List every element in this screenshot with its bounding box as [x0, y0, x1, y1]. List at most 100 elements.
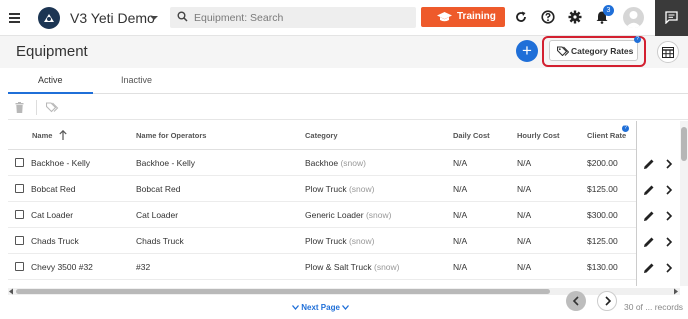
avatar[interactable]	[623, 7, 644, 28]
search-input[interactable]	[194, 9, 404, 26]
help-icon[interactable]	[541, 10, 555, 24]
tags-icon	[557, 46, 569, 56]
category-rates-label: Category Rates	[571, 46, 634, 56]
table-row[interactable]: Chevy 3500 #32 #32 Plow & Salt Truck (sn…	[8, 254, 636, 280]
cell-operator-name: Chads Truck	[136, 236, 184, 246]
cell-client-rate: $200.00	[587, 158, 618, 168]
chevron-right-icon[interactable]	[663, 184, 675, 196]
cell-client-rate: $300.00	[587, 210, 618, 220]
horizontal-scroll-thumb[interactable]	[16, 289, 550, 294]
column-header-name[interactable]: Name	[32, 131, 52, 140]
columns-button[interactable]	[657, 41, 679, 63]
row-checkbox[interactable]	[15, 236, 24, 245]
cell-category-tag: (snow)	[365, 210, 392, 220]
cell-hourly-cost: N/A	[517, 158, 532, 168]
chevron-left-icon	[572, 296, 579, 306]
tab-bar: Active Inactive	[8, 68, 688, 94]
cell-client-rate: $125.00	[587, 184, 618, 194]
app-logo[interactable]	[38, 7, 60, 29]
cell-daily-cost: N/A	[453, 184, 468, 194]
chevron-right-icon[interactable]	[663, 158, 675, 170]
training-button[interactable]: Training	[421, 7, 505, 27]
columns-icon	[662, 47, 674, 58]
row-checkbox[interactable]	[15, 210, 24, 219]
chevron-right-icon[interactable]	[663, 262, 675, 274]
pencil-icon[interactable]	[643, 236, 655, 248]
next-page-button[interactable]	[597, 291, 617, 311]
cell-category: Plow & Salt Truck	[305, 262, 372, 272]
client-rate-info-icon[interactable]: ?	[622, 125, 629, 132]
cell-name: Bobcat Red	[31, 184, 76, 194]
column-header-operator-name[interactable]: Name for Operators	[136, 131, 206, 140]
search-box[interactable]	[170, 7, 416, 28]
chevron-right-icon[interactable]	[663, 236, 675, 248]
cell-operator-name: #32	[136, 262, 151, 272]
cell-category: Generic Loader	[305, 210, 364, 220]
column-header-hourly-cost[interactable]: Hourly Cost	[517, 131, 560, 140]
cell-daily-cost: N/A	[453, 158, 468, 168]
cell-name: Chads Truck	[31, 236, 79, 246]
cell-category: Backhoe	[305, 158, 339, 168]
table-row[interactable]: Bobcat Red Bobcat Red Plow Truck (snow) …	[8, 176, 636, 202]
cell-name: Chevy 3500 #32	[31, 262, 93, 272]
cell-hourly-cost: N/A	[517, 210, 532, 220]
cell-category: Plow Truck	[305, 184, 347, 194]
table-row[interactable]: Chads Truck Chads Truck Plow Truck (snow…	[8, 228, 636, 254]
cell-daily-cost: N/A	[453, 210, 468, 220]
previous-page-button[interactable]	[566, 291, 586, 311]
gear-icon[interactable]	[568, 10, 582, 24]
row-checkbox[interactable]	[15, 184, 24, 193]
scroll-right-icon[interactable]	[673, 288, 679, 295]
table-row[interactable]: Cat Loader Cat Loader Generic Loader (sn…	[8, 202, 636, 228]
bulk-toolbar	[8, 95, 688, 120]
tab-inactive[interactable]: Inactive	[121, 75, 152, 85]
active-tab-indicator	[8, 92, 93, 94]
chat-button[interactable]	[655, 0, 688, 36]
cell-name: Backhoe - Kelly	[31, 158, 91, 168]
scroll-left-icon[interactable]	[8, 288, 14, 295]
chevron-down-icon	[342, 305, 350, 310]
menu-icon[interactable]	[9, 13, 20, 23]
pencil-icon[interactable]	[643, 158, 655, 170]
cell-category-tag: (snow)	[348, 236, 375, 246]
tags-icon[interactable]	[46, 102, 59, 113]
next-page-label: Next Page	[301, 303, 340, 312]
next-page-link[interactable]: Next Page	[292, 303, 350, 312]
pencil-icon[interactable]	[643, 210, 655, 222]
app-title[interactable]: V3 Yeti Demo	[70, 10, 155, 26]
cell-client-rate: $130.00	[587, 262, 618, 272]
row-checkbox[interactable]	[15, 158, 24, 167]
vertical-scroll-thumb[interactable]	[681, 127, 687, 161]
cell-hourly-cost: N/A	[517, 262, 532, 272]
column-header-client-rate[interactable]: Client Rate	[587, 131, 626, 140]
cell-hourly-cost: N/A	[517, 236, 532, 246]
pencil-icon[interactable]	[643, 184, 655, 196]
page-title: Equipment	[16, 43, 88, 60]
cell-hourly-cost: N/A	[517, 184, 532, 194]
table-header: Name Name for Operators Category Daily C…	[8, 121, 636, 150]
row-actions-column	[636, 121, 680, 286]
category-rates-info-icon[interactable]: ?	[634, 36, 641, 43]
cell-daily-cost: N/A	[453, 236, 468, 246]
column-header-category[interactable]: Category	[305, 131, 338, 140]
cell-operator-name: Backhoe - Kelly	[136, 158, 196, 168]
cell-client-rate: $125.00	[587, 236, 618, 246]
add-equipment-button[interactable]: +	[516, 40, 538, 62]
category-rates-button[interactable]: Category Rates	[549, 40, 638, 61]
cell-name: Cat Loader	[31, 210, 74, 220]
pencil-icon[interactable]	[643, 262, 655, 274]
training-label: Training	[457, 11, 496, 22]
row-checkbox[interactable]	[15, 262, 24, 271]
table-row[interactable]: Backhoe - Kelly Backhoe - Kelly Backhoe …	[8, 150, 636, 176]
chevron-down-icon[interactable]	[150, 16, 158, 20]
chat-icon	[665, 11, 678, 24]
trash-icon[interactable]	[15, 102, 24, 113]
cell-operator-name: Cat Loader	[136, 210, 179, 220]
cell-operator-name: Bobcat Red	[136, 184, 181, 194]
chevron-right-icon[interactable]	[663, 210, 675, 222]
cell-daily-cost: N/A	[453, 262, 468, 272]
tab-active[interactable]: Active	[38, 75, 63, 85]
refresh-icon[interactable]	[514, 10, 528, 24]
column-header-daily-cost[interactable]: Daily Cost	[453, 131, 490, 140]
sort-ascending-icon[interactable]	[59, 130, 67, 140]
